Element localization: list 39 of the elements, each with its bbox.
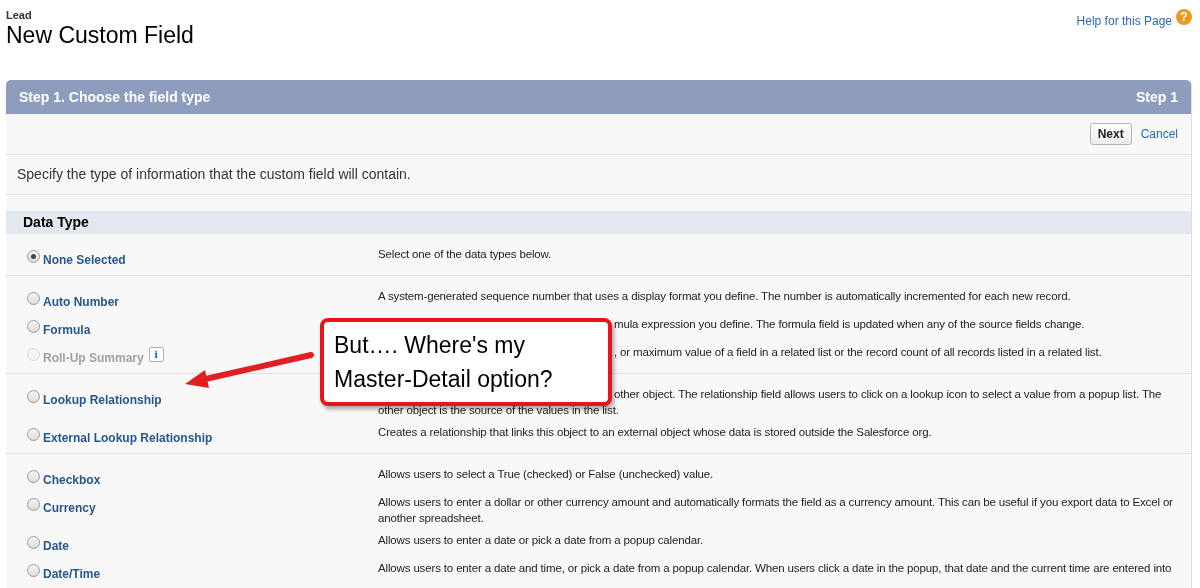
data-type-description: Allows users to select a True (checked) or False (unchecked) value. [378, 467, 714, 482]
data-type-label[interactable]: Date/Time [43, 566, 101, 582]
data-type-description: A system-generated sequence number that uses a display format you define. The number is automatically incremented for each new record. [378, 289, 1071, 304]
data-type-description: Allows users to enter a date and time, or pick a date from a popup calendar. When users click a date in the popup, that date and the current time are entered into [378, 561, 1172, 576]
data-type-description: other object is the source of the values in the list. [378, 403, 619, 418]
radio-button[interactable] [27, 320, 40, 333]
callout-text: But…. Where's my Master-Detail option? [334, 331, 554, 394]
step-title: Step 1. Choose the field type [19, 87, 211, 107]
data-type-description: mula expression you define. The formula field is updated when any of the source fields change. [614, 317, 1085, 332]
page-title: New Custom Field [6, 21, 194, 49]
data-type-label[interactable]: Currency [43, 500, 96, 516]
object-label: Lead [6, 9, 33, 21]
cancel-link[interactable]: Cancel [1140, 125, 1178, 143]
step-counter: Step 1 [1136, 87, 1178, 107]
data-type-label[interactable]: External Lookup Relationship [43, 430, 213, 446]
data-type-label[interactable]: None Selected [43, 252, 126, 268]
data-type-label[interactable]: Lookup Relationship [43, 392, 162, 408]
data-type-label[interactable]: Checkbox [43, 472, 101, 488]
data-type-label[interactable]: Auto Number [43, 294, 119, 310]
radio-button[interactable] [27, 250, 40, 263]
radio-button[interactable] [27, 292, 40, 305]
help-link[interactable]: Help for this Page [1076, 12, 1172, 30]
data-type-description: other object. The relationship field allows users to click on a lookup icon to select a value from a popup list. The [614, 387, 1162, 402]
radio-button[interactable] [27, 428, 40, 441]
data-type-description: , or maximum value of a field in a related list or the record count of all records listed in a related list. [614, 345, 1102, 360]
data-type-label[interactable]: Date [43, 538, 69, 554]
next-button[interactable]: Next [1089, 123, 1132, 145]
radio-button[interactable] [27, 536, 40, 549]
radio-button[interactable] [27, 498, 40, 511]
intro-text: Specify the type of information that the custom field will contain. [17, 165, 411, 184]
data-type-label[interactable]: Formula [43, 322, 91, 338]
data-type-description: Allows users to enter a dollar or other currency amount and automatically formats the field as a currency amount. This can be useful if you export data to Excel or another spreadsheet. [378, 495, 1174, 526]
radio-button[interactable] [27, 390, 40, 403]
radio-button[interactable] [27, 470, 40, 483]
data-type-description: Creates a relationship that links this object to an external object whose data is stored outside the Salesforce org. [378, 425, 932, 440]
section-title: Data Type [23, 213, 89, 232]
data-type-description: Allows users to enter a date or pick a date from a popup calendar. [378, 533, 704, 548]
radio-button[interactable] [27, 564, 40, 577]
data-type-description: Select one of the data types below. [378, 247, 552, 262]
